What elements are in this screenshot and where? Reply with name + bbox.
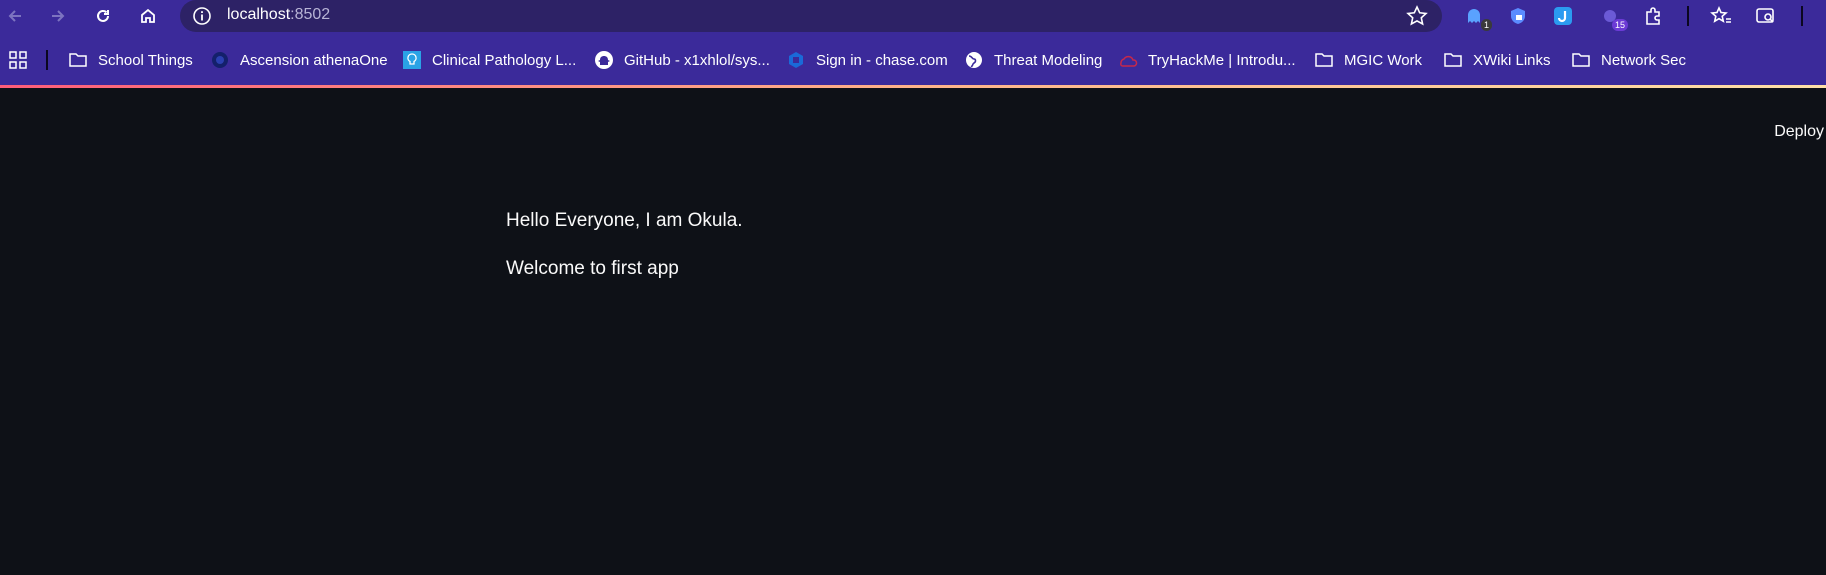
bookmark-github[interactable]: GitHub - x1xhlol/sys...: [594, 48, 770, 72]
extension-1-button[interactable]: 1: [1462, 4, 1492, 31]
athena-icon: [210, 50, 230, 70]
bookmark-xwiki-links[interactable]: XWiki Links: [1443, 48, 1551, 72]
extension-4-badge: 15: [1611, 19, 1628, 31]
lightbulb-icon: [402, 50, 422, 70]
browser-toolbar: localhost:8502 1 15: [0, 0, 1826, 32]
bookmark-clinical-pathology[interactable]: Clinical Pathology L...: [402, 48, 576, 72]
app-header-decoration: [0, 85, 1826, 88]
site-info-icon[interactable]: [192, 6, 212, 26]
bookmark-school-things[interactable]: School Things: [68, 48, 193, 72]
extension-4-button[interactable]: 15: [1598, 4, 1628, 31]
main-content: Hello Everyone, I am Okula. Welcome to f…: [506, 210, 743, 306]
bookmark-label: GitHub - x1xhlol/sys...: [624, 51, 770, 69]
toolbar-divider-2: [1801, 6, 1803, 26]
tab-search-button[interactable]: [1754, 4, 1778, 28]
extension-1-badge: 1: [1480, 19, 1492, 31]
tryhackme-icon: [1118, 50, 1138, 70]
reload-icon: [97, 9, 109, 22]
folder-icon: [1443, 50, 1463, 70]
address-bar[interactable]: localhost:8502: [180, 0, 1442, 32]
github-icon: [594, 50, 614, 70]
url-text: localhost:8502: [227, 6, 330, 24]
bookmark-mgic-work[interactable]: MGIC Work: [1314, 48, 1422, 72]
puzzle-icon: [1646, 7, 1660, 25]
extension-2-button[interactable]: [1506, 4, 1530, 28]
bookmark-label: TryHackMe | Introdu...: [1148, 51, 1296, 69]
back-button[interactable]: [1, 2, 29, 30]
url-host: localhost: [227, 6, 291, 23]
bookmark-network-sec[interactable]: Network Sec: [1571, 48, 1686, 72]
folder-icon: [68, 50, 88, 70]
home-button[interactable]: [134, 2, 162, 30]
forward-button[interactable]: [44, 2, 72, 30]
bookmark-ascension-athenaone[interactable]: Ascension athenaOne: [210, 48, 388, 72]
bookmark-label: Network Sec: [1601, 51, 1687, 69]
folder-icon: [1314, 50, 1334, 70]
bookmark-label: Sign in - chase.com: [816, 51, 948, 69]
arrow-right-icon: [52, 10, 65, 22]
tab-search-icon: [1756, 8, 1774, 23]
bookmarks-button[interactable]: [1709, 4, 1733, 28]
bookmarks-divider: [46, 50, 48, 70]
browser-chrome: localhost:8502 1 15 School Things Ascens…: [0, 0, 1826, 87]
bookmark-star-icon[interactable]: [1406, 5, 1428, 27]
reload-button[interactable]: [89, 2, 117, 30]
apps-button[interactable]: [8, 48, 28, 72]
apps-grid-icon: [9, 51, 27, 69]
toolbar-divider: [1687, 6, 1689, 26]
star-list-icon: [1710, 6, 1731, 23]
shield-lock-extension-icon: [1511, 8, 1525, 24]
welcome-text: Welcome to first app: [506, 258, 679, 279]
bookmark-label: XWiki Links: [1473, 51, 1551, 69]
bookmark-threat-modeling[interactable]: Threat Modeling: [964, 48, 1102, 72]
home-icon: [141, 8, 155, 23]
bookmark-label: MGIC Work: [1344, 51, 1423, 69]
arrow-left-icon: [8, 10, 21, 22]
greeting-text: Hello Everyone, I am Okula.: [506, 210, 743, 231]
extensions-menu-button[interactable]: [1641, 4, 1665, 28]
url-port: :8502: [290, 6, 331, 23]
bookmark-chase[interactable]: Sign in - chase.com: [786, 48, 948, 72]
extension-3-button[interactable]: [1551, 4, 1575, 28]
bookmark-label: Ascension athenaOne: [240, 51, 388, 69]
bookmarks-bar: School Things Ascension athenaOne Clinic…: [0, 44, 1826, 76]
folder-icon: [1571, 50, 1591, 70]
globe-icon: [964, 50, 984, 70]
bookmark-label: Clinical Pathology L...: [432, 51, 577, 69]
bookmark-tryhackme[interactable]: TryHackMe | Introdu...: [1118, 48, 1296, 72]
chase-icon: [786, 50, 806, 70]
j-extension-icon: [1554, 7, 1572, 25]
bookmark-label: School Things: [98, 51, 193, 69]
deploy-button[interactable]: Deploy: [1772, 121, 1826, 143]
bookmark-label: Threat Modeling: [994, 51, 1103, 69]
